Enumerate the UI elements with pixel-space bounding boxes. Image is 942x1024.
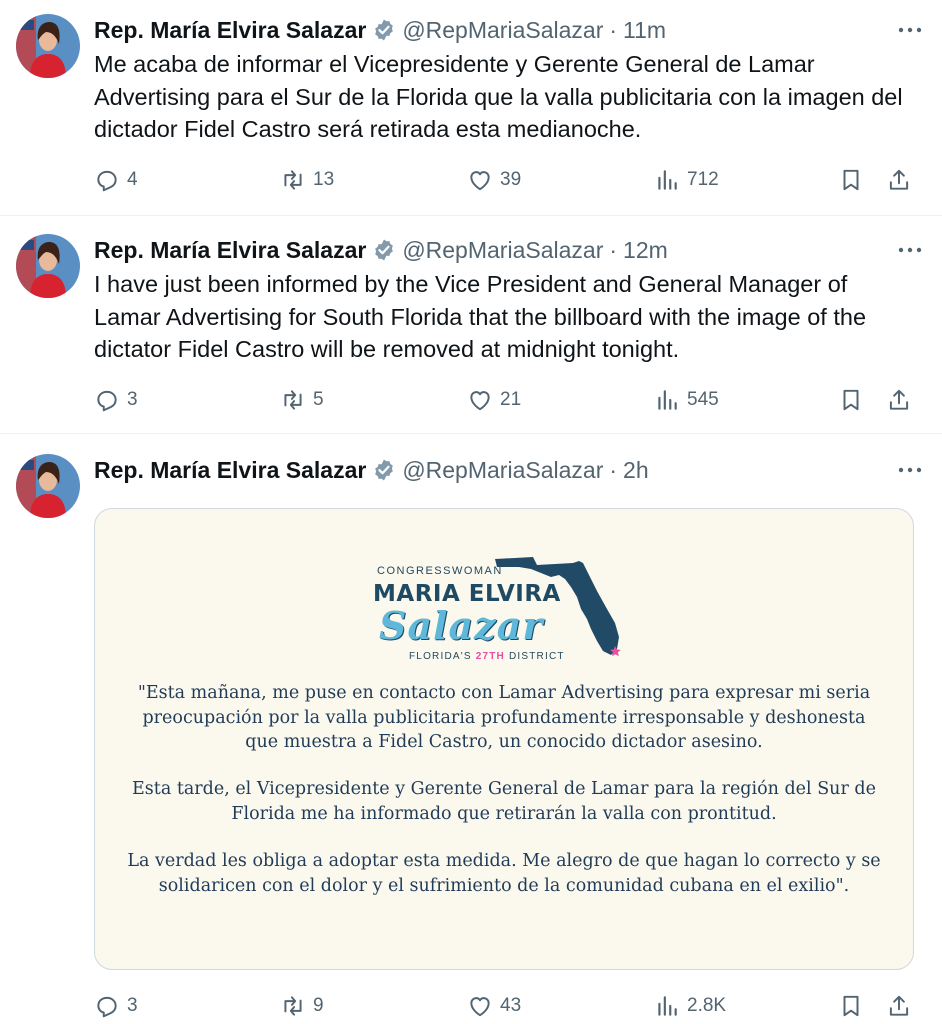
views-button[interactable]: 2.8K xyxy=(654,988,726,1024)
bookmark-icon xyxy=(843,169,859,191)
retweet-icon xyxy=(284,390,302,410)
author-name[interactable]: Rep. María Elvira Salazar xyxy=(94,237,366,264)
share-button[interactable] xyxy=(886,988,912,1024)
reply-count: 3 xyxy=(127,389,138,410)
heart-icon xyxy=(470,391,490,411)
congresswoman-logo: CONGRESSWOMAN MARIA ELVIRA Salazar FLORI… xyxy=(373,553,635,663)
like-count: 21 xyxy=(500,389,522,410)
reply-count: 3 xyxy=(127,995,138,1016)
tweet-header: Rep. María Elvira Salazar @RepMariaSalaz… xyxy=(94,234,926,266)
avatar-photo-icon xyxy=(16,14,80,78)
statement-paragraph: "Esta mañana, me puse en contacto con La… xyxy=(137,683,871,752)
verified-badge-icon[interactable] xyxy=(372,238,396,262)
more-icon[interactable] xyxy=(894,236,926,264)
tweet-actions: 3 9 43 2.8K xyxy=(94,988,920,1024)
views-count: 545 xyxy=(687,389,719,410)
retweet-count: 9 xyxy=(313,995,324,1016)
views-button[interactable]: 712 xyxy=(654,162,719,198)
avatar[interactable] xyxy=(16,234,80,298)
verified-badge-icon[interactable] xyxy=(372,18,396,42)
statement-paragraph: La verdad les obliga a adoptar esta medi… xyxy=(127,851,881,896)
bookmark-icon xyxy=(843,995,859,1017)
views-count: 2.8K xyxy=(687,995,727,1016)
views-count: 712 xyxy=(687,169,719,190)
tweet-header: Rep. María Elvira Salazar @RepMariaSalaz… xyxy=(94,14,926,46)
author-name[interactable]: Rep. María Elvira Salazar xyxy=(94,457,366,484)
reply-button[interactable]: 3 xyxy=(94,382,138,418)
reply-button[interactable]: 3 xyxy=(94,988,138,1024)
retweet-button[interactable]: 13 xyxy=(280,162,334,198)
tweet-actions: 4 13 39 712 xyxy=(94,162,920,198)
bookmark-icon xyxy=(843,389,859,411)
tweet[interactable]: Rep. María Elvira Salazar @RepMariaSalaz… xyxy=(0,434,942,1024)
avatar[interactable] xyxy=(16,454,80,518)
like-count: 39 xyxy=(500,169,522,190)
author-handle[interactable]: @RepMariaSalazar xyxy=(402,457,603,484)
share-icon xyxy=(889,169,909,190)
reply-icon xyxy=(97,390,117,412)
retweet-count: 5 xyxy=(313,389,324,410)
timestamp[interactable]: 11m xyxy=(623,17,666,44)
like-count: 43 xyxy=(500,995,522,1016)
more-icon[interactable] xyxy=(894,16,926,44)
bookmark-button[interactable] xyxy=(838,382,864,418)
reply-button[interactable]: 4 xyxy=(94,162,138,198)
share-icon xyxy=(889,995,909,1016)
bookmark-button[interactable] xyxy=(838,988,864,1024)
statement-paragraph: Esta tarde, el Vicepresidente y Gerente … xyxy=(132,779,876,824)
avatar-photo-icon xyxy=(16,234,80,298)
author-handle[interactable]: @RepMariaSalazar xyxy=(402,237,603,264)
reply-icon xyxy=(97,996,117,1018)
tweet-text: Me acaba de informar el Vicepresidente y… xyxy=(94,51,903,142)
avatar[interactable] xyxy=(16,14,80,78)
logo-district-number: 27TH xyxy=(475,651,505,662)
tweet-actions: 3 5 21 545 xyxy=(94,382,920,418)
reply-count: 4 xyxy=(127,169,138,190)
heart-icon xyxy=(470,997,490,1017)
like-button[interactable]: 21 xyxy=(467,382,521,418)
views-icon xyxy=(658,390,677,410)
retweet-button[interactable]: 5 xyxy=(280,382,324,418)
timestamp[interactable]: 12m xyxy=(623,237,668,264)
separator: · xyxy=(609,16,618,43)
timestamp[interactable]: 2h xyxy=(623,457,649,484)
author-name[interactable]: Rep. María Elvira Salazar xyxy=(94,17,366,44)
logo-script: Salazar xyxy=(379,603,544,648)
like-button[interactable]: 43 xyxy=(467,988,521,1024)
views-icon xyxy=(658,170,677,190)
heart-icon xyxy=(470,171,490,191)
logo-district-suffix: DISTRICT xyxy=(508,651,565,662)
tweet-text: I have just been informed by the Vice Pr… xyxy=(94,271,867,362)
tweet[interactable]: Rep. María Elvira Salazar @RepMariaSalaz… xyxy=(0,216,942,434)
retweet-icon xyxy=(284,170,302,190)
retweet-button[interactable]: 9 xyxy=(280,988,324,1024)
views-button[interactable]: 545 xyxy=(654,382,719,418)
logo-congresswoman: CONGRESSWOMAN xyxy=(377,565,503,577)
share-icon xyxy=(889,389,909,410)
avatar-photo-icon xyxy=(16,454,80,518)
share-button[interactable] xyxy=(886,162,912,198)
logo-district: FLORIDA'S 27TH DISTRICT xyxy=(409,651,565,662)
views-icon xyxy=(658,996,677,1016)
tweet-header: Rep. María Elvira Salazar @RepMariaSalaz… xyxy=(94,454,926,486)
reply-icon xyxy=(97,170,117,192)
logo-district-prefix: FLORIDA'S xyxy=(409,651,472,662)
retweet-icon xyxy=(284,996,302,1016)
share-button[interactable] xyxy=(886,382,912,418)
verified-badge-icon[interactable] xyxy=(372,458,396,482)
author-handle[interactable]: @RepMariaSalazar xyxy=(402,17,603,44)
more-icon[interactable] xyxy=(894,456,926,484)
separator: · xyxy=(609,236,618,263)
separator: · xyxy=(609,456,618,483)
bookmark-button[interactable] xyxy=(838,162,864,198)
tweet-image-card[interactable]: CONGRESSWOMAN MARIA ELVIRA Salazar FLORI… xyxy=(94,508,914,970)
tweet[interactable]: Rep. María Elvira Salazar @RepMariaSalaz… xyxy=(0,0,942,216)
like-button[interactable]: 39 xyxy=(467,162,521,198)
retweet-count: 13 xyxy=(313,169,335,190)
